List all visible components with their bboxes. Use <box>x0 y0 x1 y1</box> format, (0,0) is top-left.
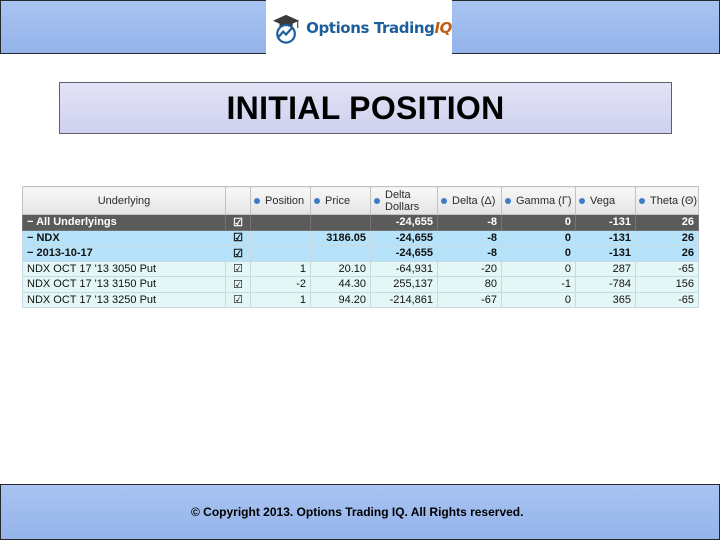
position-cell <box>250 245 311 262</box>
price-cell: 44.30 <box>310 276 371 293</box>
column-header[interactable]: Delta (Δ) <box>437 186 502 215</box>
underlying-cell: − 2013-10-17 <box>22 245 226 262</box>
column-header-label: Delta Dollars <box>385 188 420 213</box>
underlying-cell: NDX OCT 17 '13 3150 Put <box>22 276 226 293</box>
delta-dollars-cell: -24,655 <box>370 229 438 246</box>
column-header[interactable] <box>225 186 251 215</box>
delta-cell: 80 <box>437 276 502 293</box>
gamma-cell: 0 <box>501 260 576 277</box>
gamma-cell: 0 <box>501 214 576 231</box>
position-cell: 1 <box>250 291 311 308</box>
delta-cell: -8 <box>437 229 502 246</box>
column-header[interactable]: Theta (Θ) <box>635 186 699 215</box>
include-checkbox[interactable]: ☑ <box>225 245 251 262</box>
graduation-cap-chart-icon <box>272 14 300 44</box>
theta-cell: 26 <box>635 245 699 262</box>
delta-dollars-cell: -214,861 <box>370 291 438 308</box>
include-checkbox[interactable]: ☑ <box>225 214 251 231</box>
delta-dollars-cell: -64,931 <box>370 260 438 277</box>
theta-cell: -65 <box>635 260 699 277</box>
table-row[interactable]: NDX OCT 17 '13 3150 Put ☑ -2 44.30 255,137 80… <box>22 276 699 293</box>
include-checkbox[interactable]: ☑ <box>225 260 251 277</box>
sort-dot-icon <box>639 197 645 204</box>
theta-cell: 26 <box>635 214 699 231</box>
column-header-label: Price <box>325 194 351 207</box>
logo: Options TradingIQ <box>266 0 452 56</box>
gamma-cell: 0 <box>501 291 576 308</box>
theta-cell: -65 <box>635 291 699 308</box>
underlying-cell: − All Underlyings <box>22 214 226 231</box>
table-row[interactable]: − 2013-10-17 ☑ -24,655 -8 0 -131 26 <box>22 245 699 262</box>
theta-cell: 156 <box>635 276 699 293</box>
column-header[interactable]: Delta Dollars <box>370 186 438 215</box>
delta-cell: -8 <box>437 245 502 262</box>
price-cell: 94.20 <box>310 291 371 308</box>
vega-cell: 365 <box>575 291 636 308</box>
delta-cell: -20 <box>437 260 502 277</box>
copyright-text: © Copyright 2013. Options Trading IQ. Al… <box>191 505 524 519</box>
column-header-label: Theta (Θ) <box>650 194 698 207</box>
include-checkbox[interactable]: ☑ <box>225 291 251 308</box>
table-body: − All Underlyings ☑ -24,655 -8 0 -131 26− NDX ☑… <box>22 214 699 308</box>
column-header[interactable]: Gamma (Γ) <box>501 186 576 215</box>
table-header-row: Underlying Position Price Delta Dollars Delt… <box>22 186 699 215</box>
positions-table: Underlying Position Price Delta Dollars Delt… <box>22 186 699 308</box>
price-cell: 20.10 <box>310 260 371 277</box>
column-header-label: Gamma (Γ) <box>516 194 572 207</box>
logo-text-accent: IQ <box>434 19 452 37</box>
sort-dot-icon <box>374 197 380 204</box>
sort-dot-icon <box>441 197 447 204</box>
column-header[interactable]: Position <box>250 186 311 215</box>
underlying-cell: NDX OCT 17 '13 3050 Put <box>22 260 226 277</box>
position-cell <box>250 214 311 231</box>
collapse-icon[interactable]: − <box>27 216 36 228</box>
column-header[interactable]: Price <box>310 186 371 215</box>
underlying-cell: − NDX <box>22 229 226 246</box>
table-row[interactable]: − All Underlyings ☑ -24,655 -8 0 -131 26 <box>22 214 699 231</box>
positions-grid: Underlying Position Price Delta Dollars Delt… <box>22 186 699 308</box>
theta-cell: 26 <box>635 229 699 246</box>
column-header-label: Delta (Δ) <box>452 194 496 207</box>
price-cell: 3186.05 <box>310 229 371 246</box>
collapse-icon[interactable]: − <box>27 232 36 244</box>
vega-cell: -131 <box>575 214 636 231</box>
column-header-label: Position <box>265 194 305 207</box>
vega-cell: -131 <box>575 229 636 246</box>
column-header-label: Underlying <box>97 194 151 207</box>
column-header[interactable]: Vega <box>575 186 636 215</box>
page-title: INITIAL POSITION <box>226 89 505 126</box>
table-row[interactable]: NDX OCT 17 '13 3250 Put ☑ 1 94.20 -214,861 -6… <box>22 291 699 308</box>
sort-dot-icon <box>314 197 320 204</box>
delta-cell: -67 <box>437 291 502 308</box>
include-checkbox[interactable]: ☑ <box>225 276 251 293</box>
vega-cell: 287 <box>575 260 636 277</box>
position-cell <box>250 229 311 246</box>
include-checkbox[interactable]: ☑ <box>225 229 251 246</box>
vega-cell: -784 <box>575 276 636 293</box>
sort-dot-icon <box>254 197 260 204</box>
position-cell: 1 <box>250 260 311 277</box>
delta-dollars-cell: -24,655 <box>370 245 438 262</box>
gamma-cell: 0 <box>501 245 576 262</box>
underlying-cell: NDX OCT 17 '13 3250 Put <box>22 291 226 308</box>
collapse-icon[interactable]: − <box>27 247 36 259</box>
sort-dot-icon <box>579 197 585 204</box>
price-cell <box>310 245 371 262</box>
vega-cell: -131 <box>575 245 636 262</box>
table-row[interactable]: − NDX ☑ 3186.05 -24,655 -8 0 -131 26 <box>22 229 699 246</box>
column-header[interactable]: Underlying <box>22 186 226 215</box>
logo-text-main: Options Trading <box>306 19 435 37</box>
column-header-label: Vega <box>590 194 616 207</box>
gamma-cell: -1 <box>501 276 576 293</box>
gamma-cell: 0 <box>501 229 576 246</box>
logo-wordmark: Options TradingIQ <box>306 19 452 37</box>
title-banner: INITIAL POSITION <box>59 82 672 134</box>
delta-cell: -8 <box>437 214 502 231</box>
position-cell: -2 <box>250 276 311 293</box>
price-cell <box>310 214 371 231</box>
delta-dollars-cell: -24,655 <box>370 214 438 231</box>
delta-dollars-cell: 255,137 <box>370 276 438 293</box>
table-row[interactable]: NDX OCT 17 '13 3050 Put ☑ 1 20.10 -64,931 -20… <box>22 260 699 277</box>
sort-dot-icon <box>505 197 511 204</box>
